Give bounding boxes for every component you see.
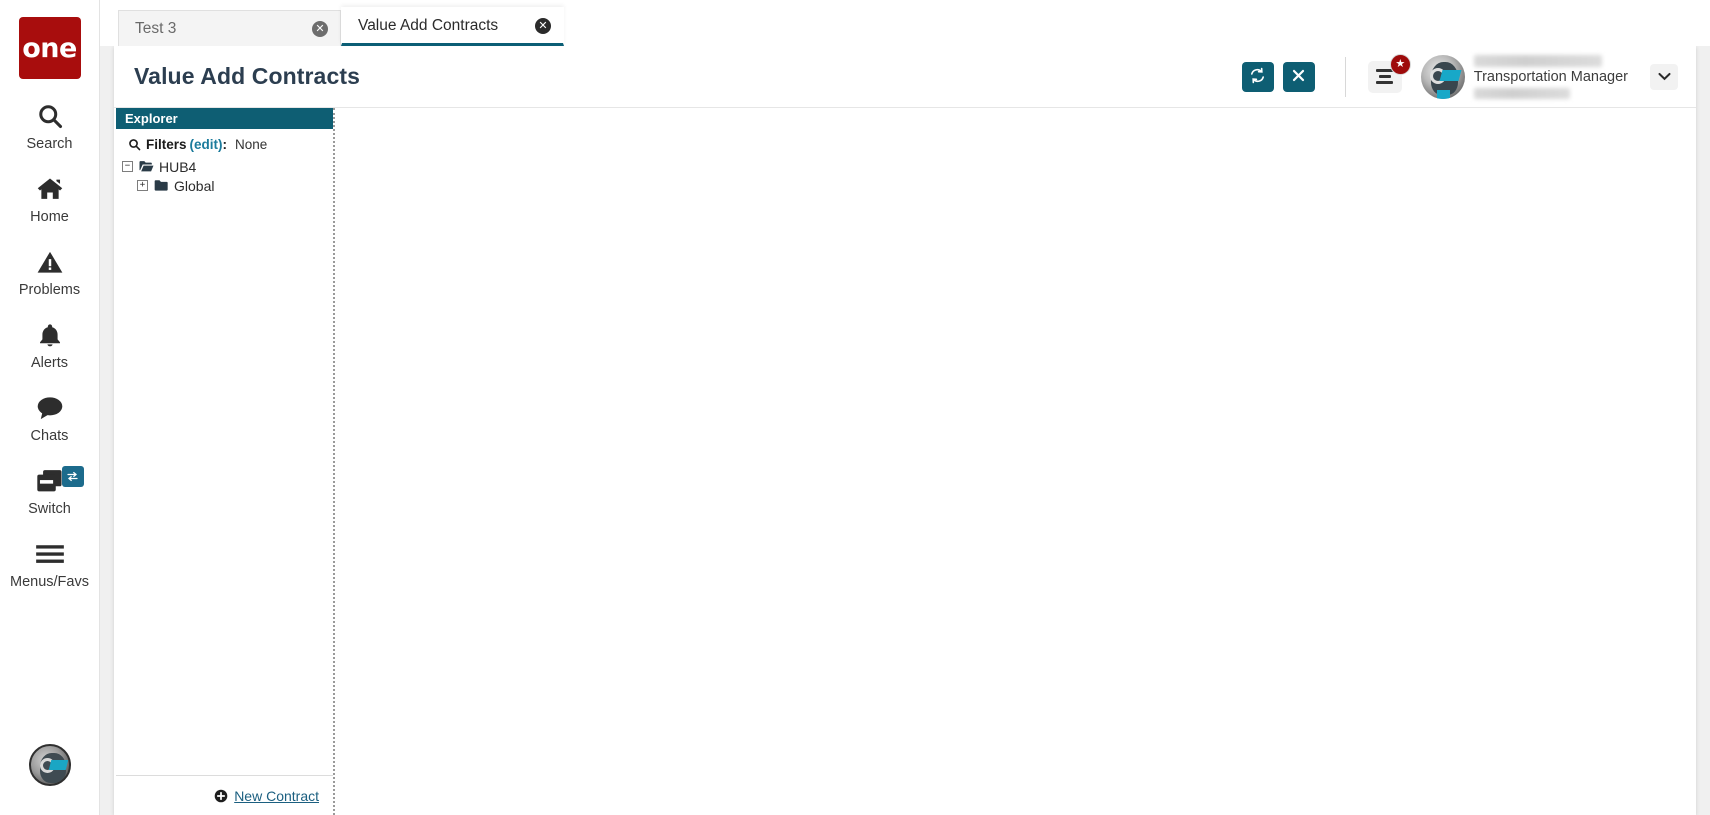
explorer-title: Explorer	[125, 111, 178, 126]
rail-user-avatar-icon[interactable]	[29, 744, 71, 786]
star-icon: ★	[1389, 53, 1411, 75]
tree-node-global[interactable]: + Global	[116, 176, 333, 195]
tree-expand-toggle[interactable]: +	[137, 180, 148, 191]
rail-item-home[interactable]: Home	[0, 172, 100, 225]
rail-label-menus-favs: Menus/Favs	[10, 574, 89, 590]
rail-label-switch: Switch	[28, 501, 71, 517]
close-circle-icon[interactable]: ✕	[312, 20, 328, 37]
user-id-redacted	[1473, 87, 1570, 99]
one-logo[interactable]: one	[18, 17, 81, 79]
rail-label-search: Search	[26, 136, 73, 152]
rail-item-chats[interactable]: Chats	[0, 391, 100, 444]
avatar-accent-shape-2	[1436, 89, 1450, 99]
tab-label: Value Add Contracts	[358, 16, 499, 34]
rail-label-chats: Chats	[30, 428, 69, 444]
left-nav-rail: one Search Home Problems Alerts Chats Sw…	[0, 0, 100, 815]
folder-closed-icon	[154, 179, 169, 192]
user-name-redacted	[1473, 54, 1602, 67]
tab-value-add-contracts[interactable]: Value Add Contracts ✕	[341, 7, 564, 46]
explorer-footer: New Contract	[116, 775, 333, 815]
tab-label: Test 3	[135, 19, 177, 37]
new-contract-button[interactable]: New Contract	[214, 788, 319, 804]
page-card: Value Add Contracts ★ Transportation Man…	[114, 46, 1696, 815]
page-header: Value Add Contracts ★ Transportation Man…	[114, 46, 1696, 108]
rail-item-alerts[interactable]: Alerts	[0, 318, 100, 371]
page-body: Explorer Filters (edit) : None − HUB4 + …	[114, 108, 1696, 815]
rail-item-search[interactable]: Search	[0, 99, 100, 152]
main-region: Test 3 ✕ Value Add Contracts ✕ Value Add…	[100, 0, 1710, 815]
tree-node-hub4[interactable]: − HUB4	[116, 157, 333, 176]
filters-colon: :	[222, 137, 228, 152]
rail-item-switch[interactable]: Switch	[0, 464, 100, 517]
folder-open-icon	[139, 160, 154, 173]
filters-edit-link[interactable]: (edit)	[190, 137, 223, 152]
bell-icon	[37, 318, 63, 352]
user-avatar-icon[interactable]	[1420, 54, 1465, 99]
close-page-button[interactable]	[1282, 61, 1315, 92]
plus-circle-icon	[214, 789, 228, 803]
user-menu-chevron-down-icon[interactable]	[1650, 63, 1678, 90]
search-icon	[36, 99, 64, 133]
filters-value: None	[235, 137, 268, 152]
rail-item-problems[interactable]: Problems	[0, 245, 100, 298]
warning-triangle-icon	[36, 245, 64, 279]
tree-collapse-toggle[interactable]: −	[122, 161, 133, 172]
tab-strip: Test 3 ✕ Value Add Contracts ✕	[100, 0, 1710, 46]
page-title: Value Add Contracts	[134, 63, 360, 89]
contract-detail-area	[335, 108, 1696, 815]
windows-stack-icon	[35, 464, 65, 498]
menus-favorites-button[interactable]: ★	[1367, 53, 1411, 93]
explorer-header: Explorer	[116, 108, 333, 129]
swap-arrows-icon[interactable]	[61, 466, 84, 487]
user-text-block: Transportation Manager	[1473, 53, 1628, 101]
explorer-panel: Explorer Filters (edit) : None − HUB4 + …	[116, 108, 335, 815]
user-role-label: Transportation Manager	[1473, 68, 1628, 85]
filters-label: Filters	[146, 137, 187, 152]
x-icon	[1291, 68, 1306, 86]
rail-label-problems: Problems	[18, 282, 81, 298]
refresh-icon	[1249, 67, 1266, 87]
rail-label-alerts: Alerts	[30, 355, 69, 371]
home-icon	[35, 172, 65, 206]
refresh-button[interactable]	[1241, 61, 1274, 92]
hamburger-icon	[35, 537, 65, 571]
avatar-accent-shape	[48, 760, 69, 770]
filters-row: Filters (edit) : None	[116, 135, 333, 157]
user-profile-block[interactable]: Transportation Manager	[1420, 53, 1628, 101]
explorer-content: Filters (edit) : None − HUB4 + Global	[116, 129, 333, 775]
tab-test-3[interactable]: Test 3 ✕	[118, 10, 341, 46]
search-icon	[128, 138, 141, 151]
new-contract-label: New Contract	[234, 787, 319, 804]
rail-item-menus-favs[interactable]: Menus/Favs	[0, 537, 100, 590]
rail-label-home: Home	[30, 209, 69, 225]
avatar-accent-shape	[1439, 69, 1462, 81]
tree-node-label: HUB4	[159, 158, 197, 175]
tree-node-label: Global	[174, 177, 215, 194]
close-circle-icon[interactable]: ✕	[535, 17, 551, 34]
chat-bubble-icon	[35, 391, 65, 425]
header-divider	[1344, 56, 1346, 97]
logo-text: one	[22, 32, 77, 64]
